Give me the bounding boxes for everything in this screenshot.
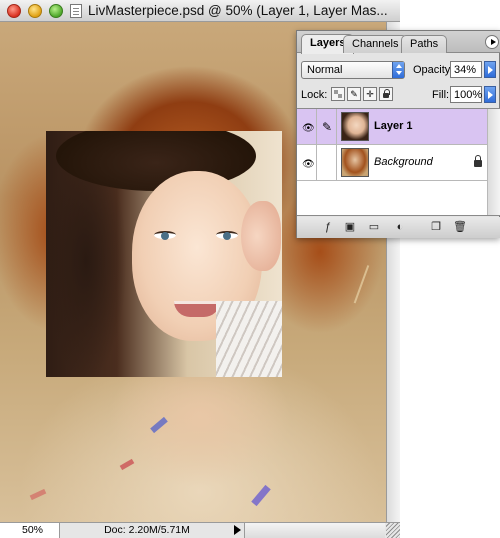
status-bar: 50% Doc: 2.20M/5.71M: [0, 522, 400, 538]
eye-icon: 👁: [302, 159, 315, 170]
chevron-updown-icon: [392, 62, 404, 78]
opacity-slider-arrow-icon[interactable]: [484, 61, 496, 78]
new-layer-icon[interactable]: ❐: [427, 220, 445, 235]
horizontal-scrollbar[interactable]: [244, 523, 385, 538]
fill-field[interactable]: 100%: [450, 86, 482, 103]
adjustment-layer-icon[interactable]: ◐: [391, 220, 409, 235]
opacity-label: Opacity:: [413, 64, 454, 76]
window-title: LivMasterpiece.psd @ 50% (Layer 1, Layer…: [88, 3, 388, 18]
painting-brushstroke: [150, 416, 168, 434]
painting-brushstroke: [119, 458, 135, 471]
painting-signature: [353, 265, 385, 309]
painting-brushstroke: [251, 484, 271, 507]
layer-thumbnail: [341, 148, 369, 177]
layer-thumbnail: [341, 112, 369, 141]
lock-label: Lock:: [301, 89, 328, 101]
layer-name: Background: [374, 156, 433, 168]
lock-icon: [474, 155, 482, 167]
layer-list: 👁 ✎ Layer 1 👁 Background: [297, 108, 500, 216]
blend-mode-select[interactable]: Normal: [301, 61, 405, 79]
close-window-button[interactable]: [7, 4, 21, 18]
blend-mode-value: Normal: [307, 64, 343, 76]
zoom-window-button[interactable]: [49, 4, 63, 18]
tab-channels[interactable]: Channels: [343, 35, 408, 53]
layers-palette: Layers Channels Paths Normal Opacity: 34…: [296, 30, 500, 238]
opacity-field[interactable]: 34%: [450, 61, 482, 78]
lock-transparency-icon[interactable]: [331, 87, 345, 101]
title-bar[interactable]: LivMasterpiece.psd @ 50% (Layer 1, Layer…: [0, 0, 400, 22]
photo-ear: [241, 201, 281, 271]
status-menu-arrow-icon[interactable]: [234, 525, 241, 535]
photo-shirt: [216, 301, 282, 377]
layer-row-layer-1[interactable]: 👁 ✎ Layer 1: [297, 109, 487, 145]
link-cell[interactable]: [317, 145, 337, 181]
fill-slider-arrow-icon[interactable]: [484, 86, 496, 103]
document-size-info: Doc: 2.20M/5.71M: [104, 524, 190, 536]
brush-icon: ✎: [322, 120, 333, 134]
photo-eye: [154, 231, 176, 240]
palette-tabs: Layers Channels Paths: [297, 31, 500, 54]
layer-row-background[interactable]: 👁 Background: [297, 145, 487, 181]
folder-icon[interactable]: ▭: [365, 220, 383, 235]
layer-list-scrollbar[interactable]: [487, 109, 500, 215]
trash-icon[interactable]: 🗑: [451, 220, 469, 235]
painting-brushstroke: [29, 488, 47, 501]
palette-menu-icon[interactable]: [485, 35, 499, 49]
add-mask-icon[interactable]: ▣: [341, 220, 359, 235]
tab-paths[interactable]: Paths: [401, 35, 448, 53]
layer-1-photo: [46, 131, 282, 377]
zoom-level-field[interactable]: 50%: [0, 523, 60, 538]
minimize-window-button[interactable]: [28, 4, 42, 18]
layer-name: Layer 1: [374, 120, 413, 132]
lock-position-icon[interactable]: ✛: [363, 87, 377, 101]
palette-bottom-bar: ƒ ▣ ▭ ◐ ❐ 🗑: [297, 217, 500, 238]
brush-cell[interactable]: ✎: [317, 109, 337, 145]
resize-grip[interactable]: [386, 523, 400, 538]
fill-label: Fill:: [432, 89, 450, 101]
document-proxy-icon[interactable]: [70, 4, 82, 18]
visibility-toggle[interactable]: 👁: [297, 109, 317, 145]
visibility-toggle[interactable]: 👁: [297, 145, 317, 181]
lock-all-icon[interactable]: [379, 87, 393, 101]
photo-eye: [216, 231, 238, 240]
layer-style-icon[interactable]: ƒ: [319, 220, 337, 235]
lock-image-pixels-icon[interactable]: ✎: [347, 87, 361, 101]
eye-icon: 👁: [302, 123, 315, 134]
